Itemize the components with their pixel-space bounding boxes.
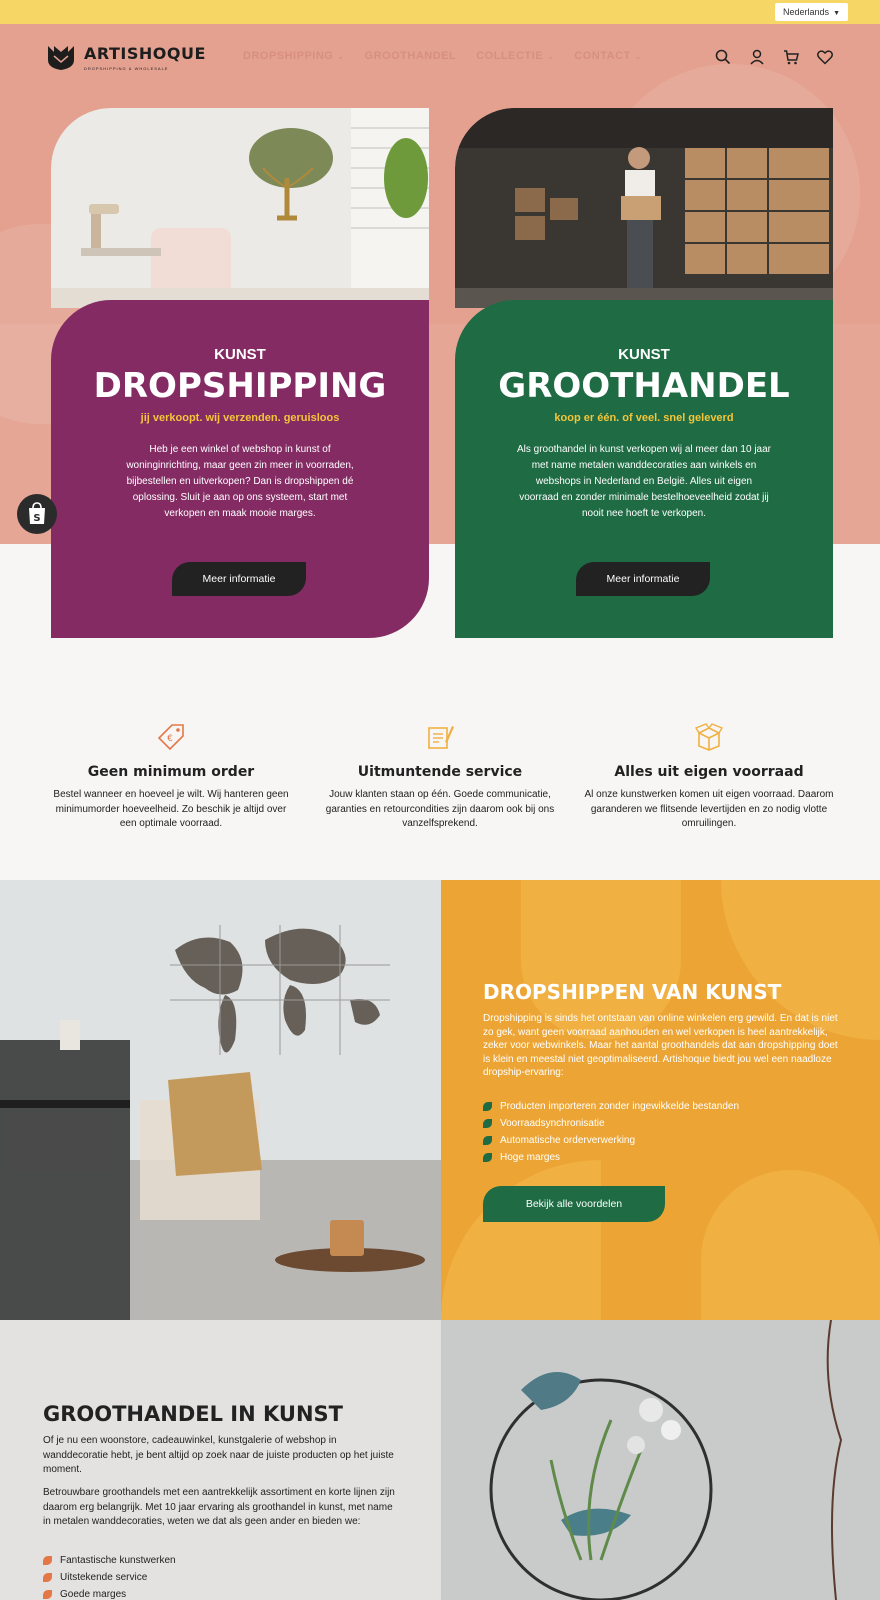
leaf-bullet-icon (483, 1136, 492, 1145)
wholesale-text-panel: GROOTHANDEL IN KUNST Of je nu een woonst… (0, 1320, 441, 1600)
top-bar: Nederlands ▼ (0, 0, 880, 24)
header-icons (714, 48, 834, 66)
svg-text:€: € (167, 734, 173, 744)
list-item-text: Uitstekende service (60, 1572, 148, 1583)
wishlist-icon[interactable] (816, 48, 834, 66)
list-item-text: Producten importeren zonder ingewikkelde… (500, 1101, 740, 1112)
account-icon[interactable] (748, 48, 766, 66)
wholesale-section-title: GROOTHANDEL IN KUNST (43, 1402, 343, 1426)
feature-body: Jouw klanten staan op één. Goede communi… (325, 789, 555, 829)
card-tagline: jij verkoopt. wij verzenden. geruisloos (140, 412, 340, 424)
view-all-benefits-button[interactable]: Bekijk alle voordelen (483, 1186, 665, 1222)
decor-shape (441, 1160, 601, 1320)
wholesale-section-intro: Of je nu een woonstore, cadeauwinkel, ku… (43, 1435, 394, 1475)
wholesale-section: GROOTHANDEL IN KUNST Of je nu een woonst… (0, 1320, 880, 1600)
list-item: Producten importeren zonder ingewikkelde… (483, 1098, 739, 1115)
leaf-bullet-icon (43, 1573, 52, 1582)
nav-label: CONTACT (574, 50, 631, 62)
card-title: DROPSHIPPING (93, 366, 387, 406)
list-item-text: Voorraadsynchronisatie (500, 1118, 605, 1129)
features-section: € Geen minimum order Bestel wanneer en h… (0, 640, 880, 880)
feature-body: Al onze kunstwerken komen uit eigen voor… (584, 789, 834, 829)
dropshipping-more-info-button[interactable]: Meer informatie (172, 562, 306, 596)
brand-logo[interactable]: ARTISHOQUE DROPSHIPPING & WHOLESALE (46, 42, 206, 72)
list-item-text: Fantastische kunstwerken (60, 1555, 176, 1566)
site-header: ARTISHOQUE DROPSHIPPING & WHOLESALE DROP… (0, 24, 880, 94)
dropship-yellow-panel: DROPSHIPPEN VAN KUNST Dropshipping is si… (441, 880, 880, 1320)
dropship-benefits-list: Producten importeren zonder ingewikkelde… (483, 1098, 739, 1166)
feature-body: Bestel wanneer en hoeveel je wilt. Wij h… (53, 789, 289, 829)
list-item: Uitstekende service (43, 1569, 176, 1586)
nav-label: DROPSHIPPING (243, 50, 334, 62)
feature-title: Geen minimum order (87, 764, 255, 780)
list-item-text: Goede marges (60, 1589, 127, 1600)
leaf-bullet-icon (483, 1102, 492, 1111)
price-tag-icon: € (157, 724, 184, 751)
card-pretitle: KUNST (618, 346, 670, 363)
cart-icon[interactable] (782, 48, 800, 66)
leaf-bullet-icon (43, 1556, 52, 1565)
leaf-bullet-icon (43, 1590, 52, 1599)
world-map-room-photo (0, 880, 441, 1320)
service-form-icon (428, 726, 454, 749)
shopify-bag-icon: S (29, 502, 45, 524)
decor-shape (701, 1170, 880, 1320)
groothandel-more-info-button[interactable]: Meer informatie (576, 562, 710, 596)
feature-service: Uitmuntende service Jouw klanten staan o… (315, 722, 565, 832)
nav-item-collectie[interactable]: COLLECTIE ⌄ (476, 50, 554, 62)
card-body: Als groothandel in kunst verkopen wij al… (516, 444, 772, 519)
list-item: Hoge marges (483, 1149, 739, 1166)
bird-wall-art-photo (441, 1320, 880, 1600)
leaf-bullet-icon (483, 1153, 492, 1162)
nav-label: COLLECTIE (476, 50, 544, 62)
language-select[interactable]: Nederlands ▼ (775, 3, 848, 21)
feature-no-minimum: € Geen minimum order Bestel wanneer en h… (46, 722, 296, 832)
card-pretitle: KUNST (214, 346, 266, 363)
leaf-bullet-icon (483, 1119, 492, 1128)
list-item: Automatische orderverwerking (483, 1132, 739, 1149)
list-item: Voorraadsynchronisatie (483, 1115, 739, 1132)
list-item: Goede marges (43, 1586, 176, 1600)
nav-item-groothandel[interactable]: GROOTHANDEL (365, 50, 457, 62)
nav-item-contact[interactable]: CONTACT ⌄ (574, 50, 642, 62)
chevron-down-icon: ⌄ (634, 52, 642, 61)
main-nav: DROPSHIPPING ⌄ GROOTHANDEL COLLECTIE ⌄ CON… (243, 50, 642, 62)
shopify-badge[interactable]: S (17, 494, 57, 534)
card-body: Heb je een winkel of webshop in kunst of… (126, 444, 354, 519)
feature-own-stock: Alles uit eigen voorraad Al onze kunstwe… (584, 722, 834, 832)
living-room-photo (51, 108, 429, 308)
brand-name: ARTISHOQUE (84, 43, 206, 63)
groothandel-card: KUNST GROOTHANDEL koop er één. of veel. … (455, 108, 833, 638)
wholesale-section-body: Betrouwbare groothandels met een aantrek… (43, 1487, 395, 1527)
logo-mark-icon (48, 46, 74, 70)
dropship-section-body: Dropshipping is sinds het ontstaan van o… (483, 1013, 838, 1078)
wholesale-benefits-list: Fantastische kunstwerken Uitstekende ser… (43, 1552, 176, 1600)
nav-item-dropshipping[interactable]: DROPSHIPPING ⌄ (243, 50, 345, 62)
warehouse-photo (455, 108, 833, 308)
list-item: Fantastische kunstwerken (43, 1552, 176, 1569)
dropshipping-card: KUNST DROPSHIPPING jij verkoopt. wij ver… (51, 108, 429, 638)
chevron-down-icon: ▼ (833, 10, 840, 17)
list-item-text: Hoge marges (500, 1152, 561, 1163)
language-value: Nederlands (783, 7, 830, 17)
card-tagline: koop er één. of veel. snel geleverd (554, 412, 734, 424)
svg-text:S: S (33, 513, 40, 524)
box-icon (694, 723, 724, 751)
chevron-down-icon: ⌄ (547, 52, 555, 61)
feature-title: Uitmuntende service (357, 764, 523, 780)
dropship-section-title: DROPSHIPPEN VAN KUNST (483, 980, 782, 1004)
list-item-text: Automatische orderverwerking (500, 1135, 636, 1146)
dropship-section: DROPSHIPPEN VAN KUNST Dropshipping is si… (0, 880, 880, 1320)
card-title: GROOTHANDEL (498, 366, 790, 406)
nav-label: GROOTHANDEL (364, 50, 457, 62)
brand-tagline: DROPSHIPPING & WHOLESALE (84, 65, 169, 71)
search-icon[interactable] (714, 48, 732, 66)
feature-title: Alles uit eigen voorraad (614, 764, 804, 780)
chevron-down-icon: ⌄ (337, 52, 345, 61)
